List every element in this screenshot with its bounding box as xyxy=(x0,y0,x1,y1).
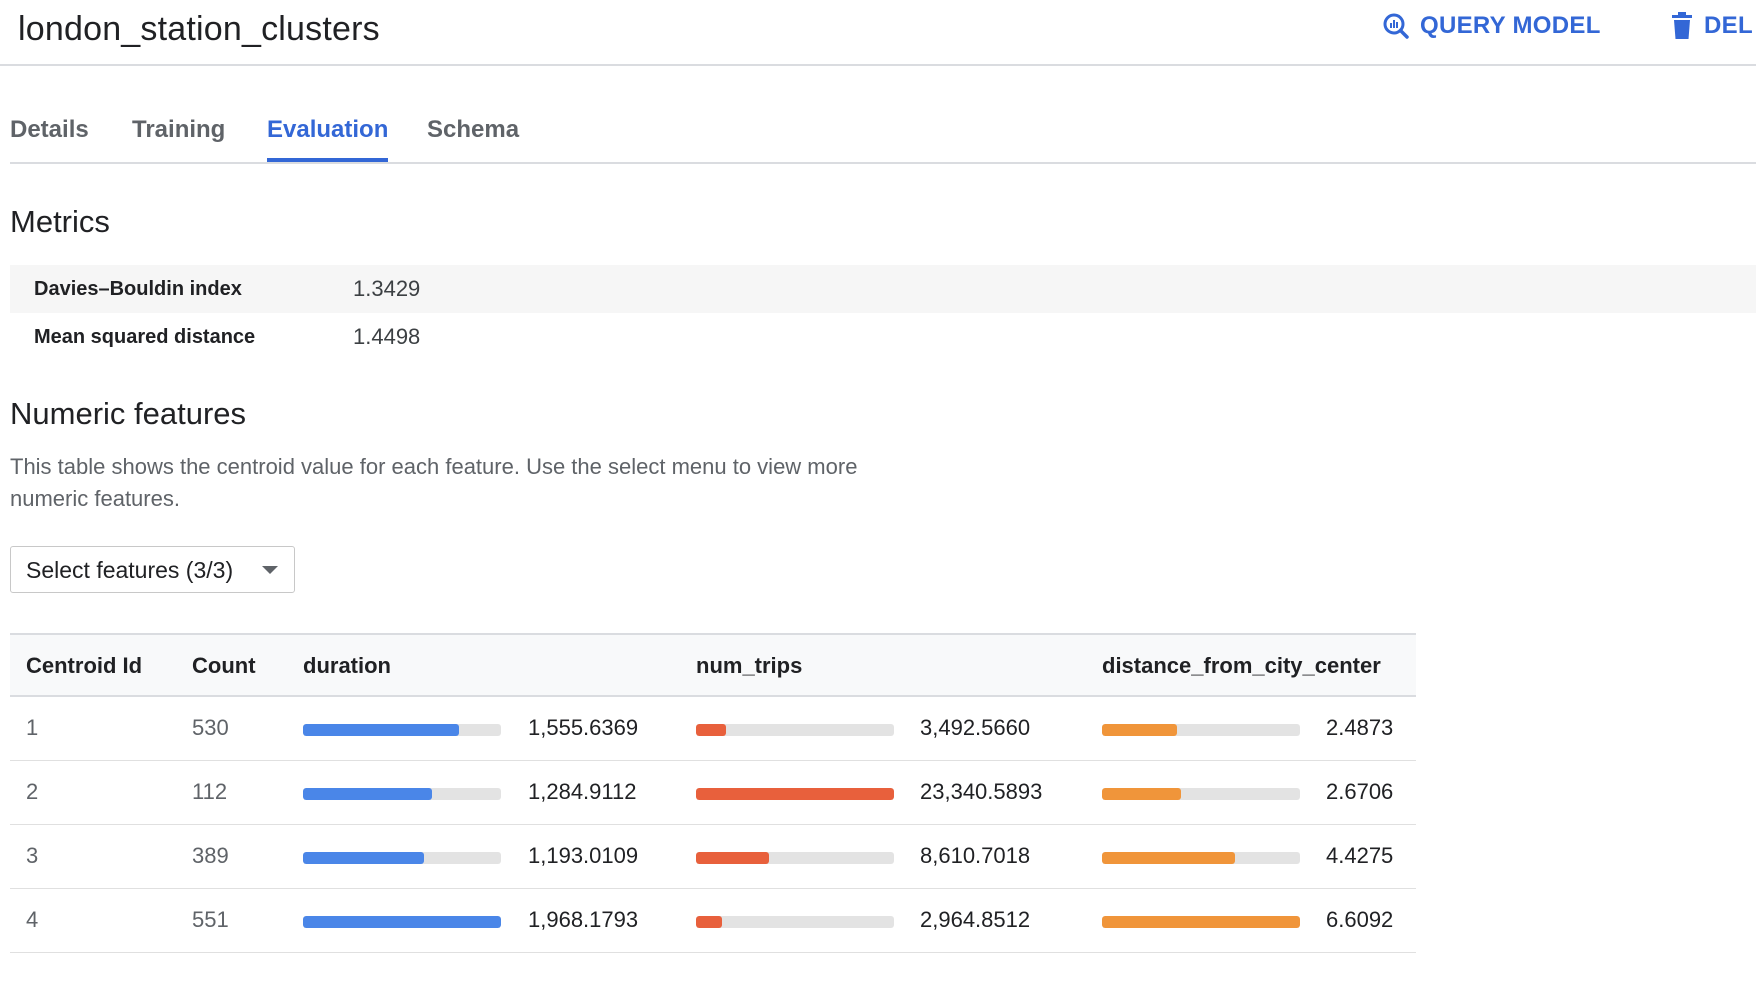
centroid-id-cell: 1 xyxy=(26,715,39,740)
table-row: 4 551 1,968.1793 2,964.8512 6.6092 xyxy=(10,889,1416,953)
dropdown-arrow-icon xyxy=(262,566,278,574)
duration-bar xyxy=(303,916,501,928)
distance-bar xyxy=(1102,852,1300,864)
duration-value-cell: 1,555.6369 xyxy=(528,715,639,740)
duration-value-cell: 1,968.1793 xyxy=(528,907,639,932)
tab-evaluation[interactable]: Evaluation xyxy=(267,116,389,162)
delete-label: DEL xyxy=(1704,12,1753,39)
tab-bar: Details Training Evaluation Schema xyxy=(10,100,1756,164)
num-trips-bar-fill xyxy=(696,788,894,800)
centroid-id-cell: 3 xyxy=(26,843,39,868)
query-model-label: QUERY MODEL xyxy=(1420,12,1601,39)
distance-value-cell: 4.4275 xyxy=(1326,843,1394,868)
centroid-id-cell: 2 xyxy=(26,779,39,804)
duration-bar-fill xyxy=(303,852,424,864)
table-row: 1 530 1,555.6369 3,492.5660 2.4873 xyxy=(10,697,1416,761)
distance-bar-fill xyxy=(1102,788,1182,800)
table-header: Centroid Id Count duration num_trips dis… xyxy=(10,633,1416,697)
num-trips-value-cell: 8,610.7018 xyxy=(920,843,1031,868)
metric-row-davies-bouldin: Davies–Bouldin index 1.3429 xyxy=(10,265,1756,313)
top-bar: london_station_clusters QUERY MODEL DEL xyxy=(0,0,1756,66)
duration-bar-fill xyxy=(303,724,460,736)
metrics-heading: Metrics xyxy=(10,204,110,239)
num-trips-bar xyxy=(696,916,894,928)
num-trips-value-cell: 23,340.5893 xyxy=(920,779,1043,804)
column-header-centroid-id[interactable]: Centroid Id xyxy=(26,653,142,679)
num-trips-bar-fill xyxy=(696,916,722,928)
distance-bar-fill xyxy=(1102,916,1300,928)
duration-bar-fill xyxy=(303,916,501,928)
num-trips-bar xyxy=(696,788,894,800)
column-header-duration[interactable]: duration xyxy=(303,653,391,679)
duration-bar xyxy=(303,724,501,736)
num-trips-bar xyxy=(696,852,894,864)
centroid-id-cell: 4 xyxy=(26,907,39,932)
numeric-features-heading: Numeric features xyxy=(10,396,247,431)
numeric-features-description: This table shows the centroid value for … xyxy=(10,454,858,511)
trash-icon xyxy=(1670,12,1694,40)
tab-training[interactable]: Training xyxy=(132,116,225,158)
metric-label: Davies–Bouldin index xyxy=(34,277,242,300)
num-trips-bar xyxy=(696,724,894,736)
metric-row-mean-squared-distance: Mean squared distance 1.4498 xyxy=(10,313,1756,361)
column-header-num-trips[interactable]: num_trips xyxy=(696,653,802,679)
distance-value-cell: 6.6092 xyxy=(1326,907,1394,932)
duration-value-cell: 1,193.0109 xyxy=(528,843,639,868)
distance-bar-fill xyxy=(1102,852,1235,864)
num-trips-value-cell: 3,492.5660 xyxy=(920,715,1031,740)
num-trips-bar-fill xyxy=(696,852,770,864)
select-features-label: Select features (3/3) xyxy=(26,557,234,583)
distance-bar-fill xyxy=(1102,724,1178,736)
query-model-icon xyxy=(1382,12,1410,40)
duration-value-cell: 1,284.9112 xyxy=(528,779,637,804)
model-title: london_station_clusters xyxy=(18,10,380,48)
centroid-table: Centroid Id Count duration num_trips dis… xyxy=(10,633,1416,953)
metric-value: 1.4498 xyxy=(353,324,421,349)
metric-value: 1.3429 xyxy=(353,276,421,301)
delete-button[interactable]: DEL xyxy=(1670,12,1753,40)
distance-value-cell: 2.6706 xyxy=(1326,779,1394,804)
count-cell: 551 xyxy=(192,907,229,932)
column-header-distance-from-city-center[interactable]: distance_from_city_center xyxy=(1102,653,1381,679)
table-row: 2 112 1,284.9112 23,340.5893 2.6706 xyxy=(10,761,1416,825)
select-features-dropdown[interactable]: Select features (3/3) xyxy=(10,546,295,593)
tab-schema[interactable]: Schema xyxy=(427,116,519,158)
count-cell: 530 xyxy=(192,715,229,740)
tab-details[interactable]: Details xyxy=(10,116,89,158)
distance-value-cell: 2.4873 xyxy=(1326,715,1394,740)
distance-bar xyxy=(1102,916,1300,928)
column-header-count[interactable]: Count xyxy=(192,653,256,679)
metric-label: Mean squared distance xyxy=(34,325,256,348)
num-trips-bar-fill xyxy=(696,724,726,736)
count-cell: 389 xyxy=(192,843,229,868)
duration-bar xyxy=(303,852,501,864)
distance-bar xyxy=(1102,788,1300,800)
count-cell: 112 xyxy=(192,779,228,804)
duration-bar xyxy=(303,788,501,800)
distance-bar xyxy=(1102,724,1300,736)
query-model-button[interactable]: QUERY MODEL xyxy=(1382,12,1601,40)
table-row: 3 389 1,193.0109 8,610.7018 4.4275 xyxy=(10,825,1416,889)
duration-bar-fill xyxy=(303,788,432,800)
num-trips-value-cell: 2,964.8512 xyxy=(920,907,1031,932)
